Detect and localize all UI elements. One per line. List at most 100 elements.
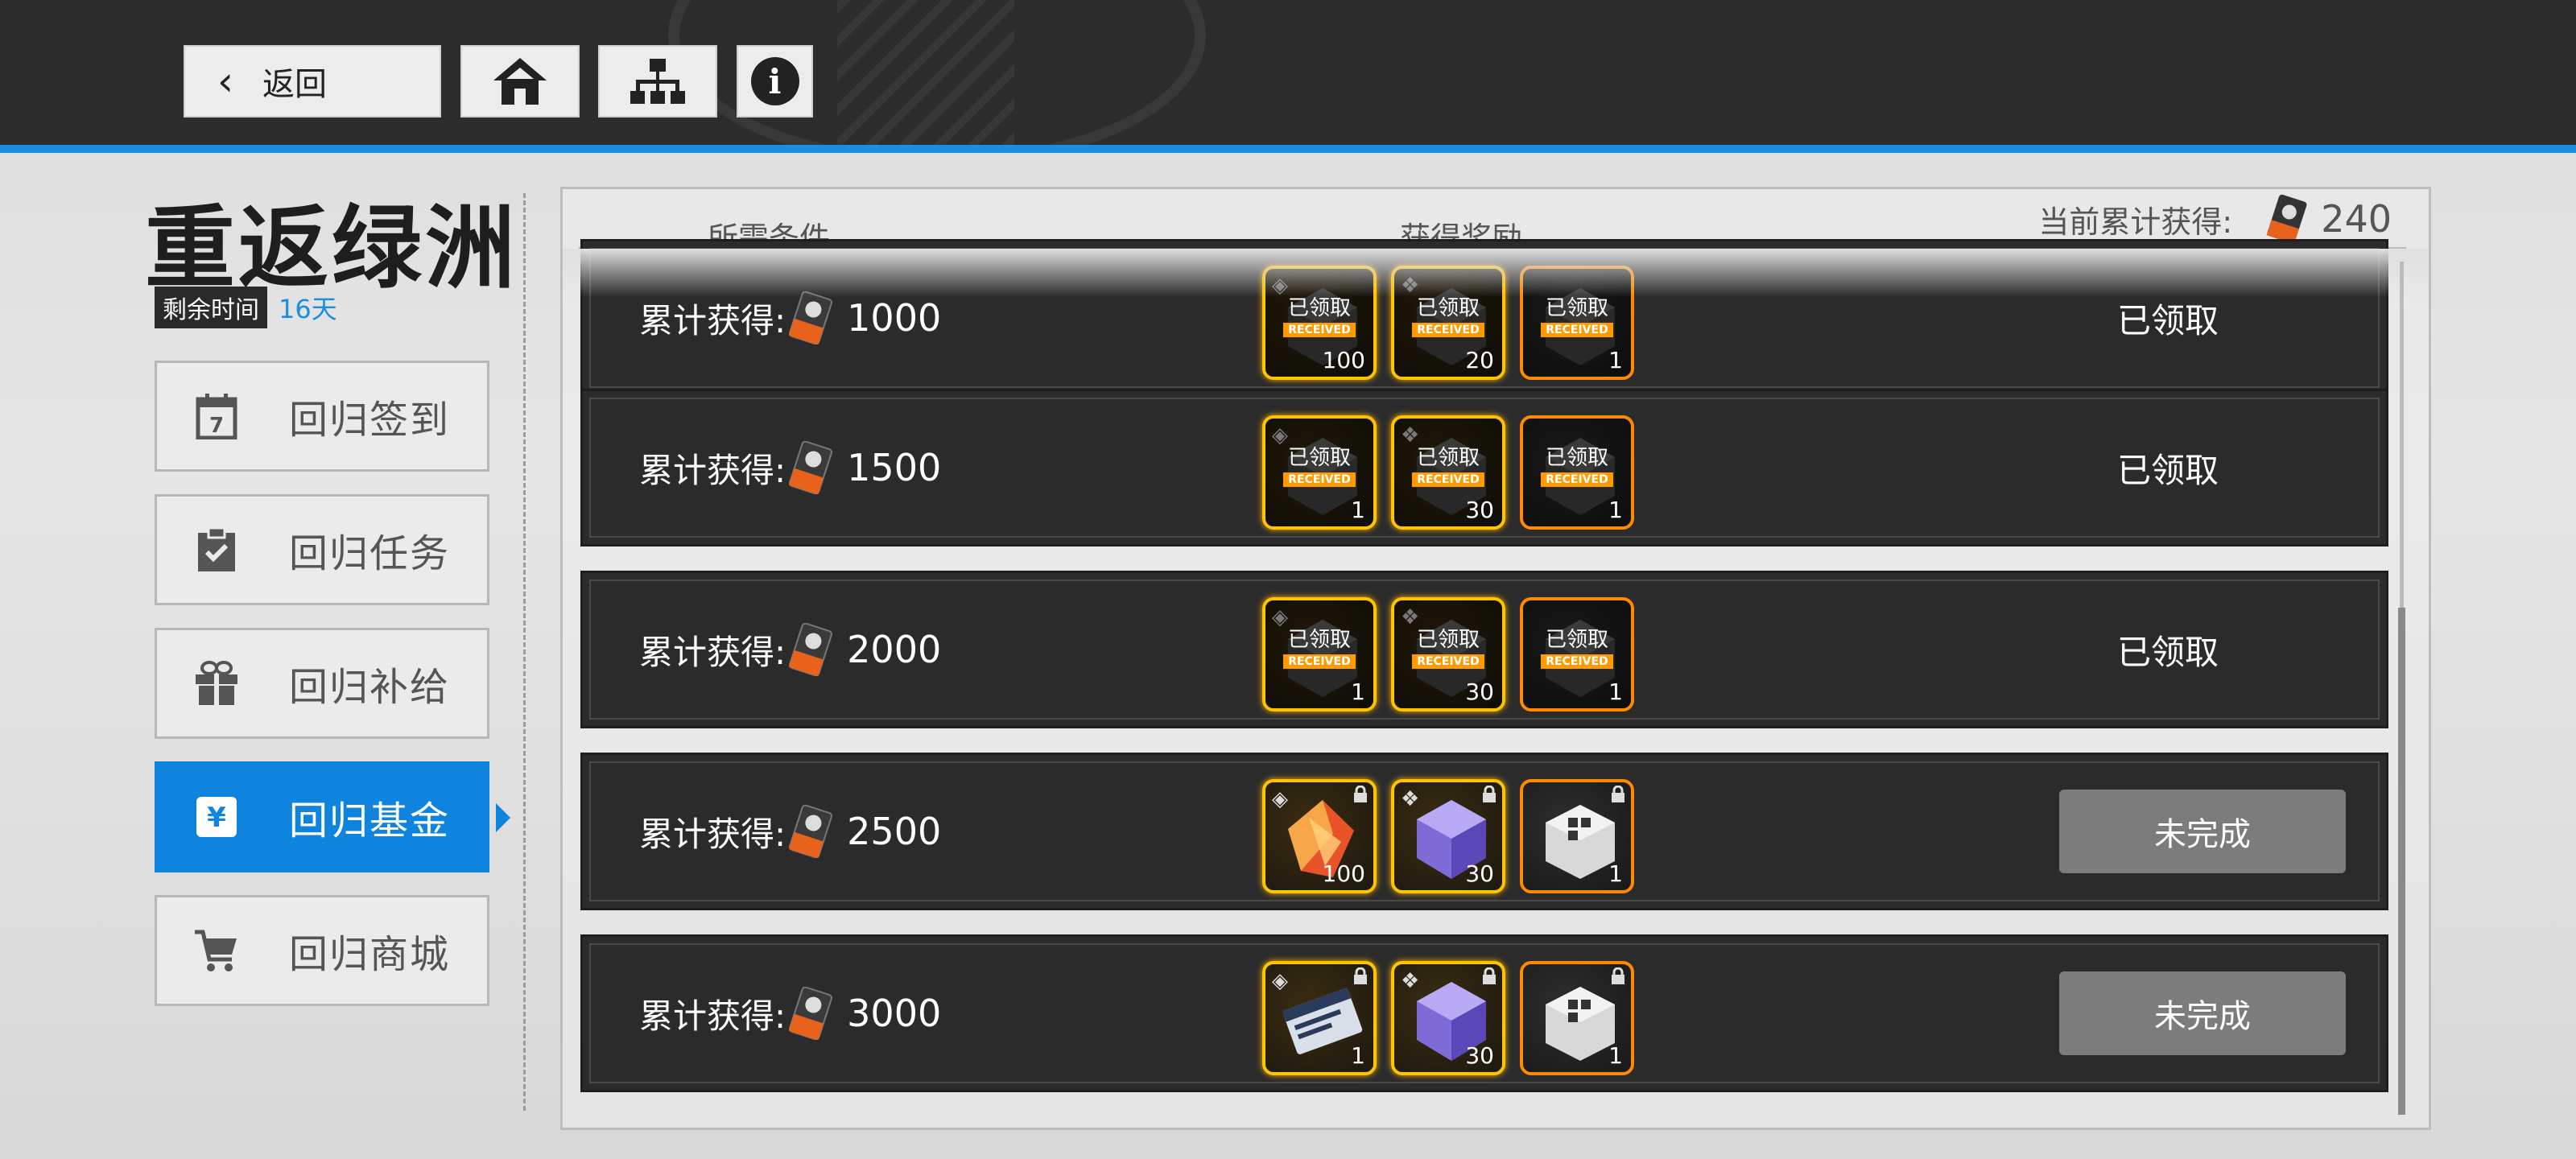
topbar-decoration-pattern bbox=[837, 0, 1014, 145]
condition-label: 累计获得: bbox=[639, 450, 786, 490]
reward-item[interactable]: ❖ 30 bbox=[1391, 961, 1505, 1075]
info-button[interactable]: i bbox=[737, 45, 813, 118]
yen-icon: ¥ bbox=[192, 793, 241, 841]
gift-icon bbox=[192, 659, 241, 707]
received-label-en: RECEIVED bbox=[1283, 323, 1356, 337]
reward-item[interactable]: ◈ 1 bbox=[1262, 961, 1377, 1075]
reward-item[interactable]: 1 bbox=[1520, 961, 1634, 1075]
condition-value: 1000 bbox=[847, 296, 942, 340]
reward-quantity: 1 bbox=[1351, 678, 1365, 705]
reward-item[interactable]: 已领取 RECEIVED 1 bbox=[1520, 597, 1634, 711]
incomplete-button[interactable]: 未完成 bbox=[2059, 971, 2346, 1055]
reward-quantity: 1 bbox=[1608, 678, 1623, 705]
lock-icon bbox=[1481, 785, 1497, 807]
received-label: 已领取 bbox=[1416, 446, 1480, 470]
reward-quantity: 100 bbox=[1322, 860, 1365, 887]
received-badge: 已领取 RECEIVED bbox=[1265, 623, 1373, 669]
reward-quantity: 30 bbox=[1465, 1042, 1494, 1069]
back-label: 返回 bbox=[262, 66, 327, 103]
fund-token-icon bbox=[786, 623, 836, 676]
fund-token-icon bbox=[786, 441, 836, 494]
condition-value: 3000 bbox=[847, 992, 942, 1035]
sidebar-item-label: 回归任务 bbox=[289, 531, 451, 576]
reward-quantity: 1 bbox=[1608, 497, 1623, 523]
reward-item[interactable]: 1 bbox=[1520, 779, 1634, 893]
reward-quantity: 1 bbox=[1608, 1042, 1623, 1069]
fund-token-icon bbox=[786, 291, 836, 344]
sidebar-item-label: 回归基金 bbox=[289, 798, 451, 843]
reward-quantity: 1 bbox=[1351, 497, 1365, 523]
reward-item[interactable]: ◈ 已领取 RECEIVED 1 bbox=[1262, 597, 1377, 711]
reward-row: 累计获得: 1500 ◈ 已领取 RECEIVED 1 ❖ 已领取 RECEIVED 30 已领取 R… bbox=[580, 389, 2388, 547]
condition-value: 2000 bbox=[847, 628, 942, 671]
sidebar-item-tasks[interactable]: 回归任务 bbox=[155, 494, 489, 605]
sidebar-item-supply[interactable]: 回归补给 bbox=[155, 628, 489, 739]
reward-item[interactable]: ❖ 已领取 RECEIVED 20 bbox=[1391, 266, 1505, 380]
received-badge: 已领取 RECEIVED bbox=[1523, 441, 1631, 487]
fund-token-icon bbox=[786, 987, 836, 1040]
sidebar-item-label: 回归补给 bbox=[289, 665, 451, 710]
reward-item[interactable]: ❖ 已领取 RECEIVED 30 bbox=[1391, 415, 1505, 530]
reward-quantity: 1 bbox=[1608, 347, 1623, 373]
divider bbox=[523, 193, 526, 1111]
reward-items: ◈ 已领取 RECEIVED 1 ❖ 已领取 RECEIVED 30 已领取 RECEIVED 1 bbox=[1262, 415, 1649, 530]
lock-icon bbox=[1481, 967, 1497, 989]
rarity-icon: ❖ bbox=[1401, 787, 1420, 811]
reward-quantity: 30 bbox=[1465, 678, 1494, 705]
scrollbar-thumb[interactable] bbox=[2398, 608, 2405, 1115]
received-label-en: RECEIVED bbox=[1412, 654, 1484, 669]
received-badge: 已领取 RECEIVED bbox=[1523, 623, 1631, 669]
condition-label: 累计获得: bbox=[639, 814, 786, 854]
top-bar: ‹ 返回 i bbox=[0, 0, 2576, 145]
home-button[interactable] bbox=[460, 45, 580, 118]
reward-item[interactable]: ◈ 100 bbox=[1262, 779, 1377, 893]
row-condition: 累计获得: 2500 bbox=[639, 755, 941, 908]
info-icon: i bbox=[750, 57, 799, 105]
sidebar-item-fund[interactable]: ¥ 回归基金 bbox=[155, 761, 489, 872]
current-total-label: 当前累计获得: bbox=[2038, 204, 2233, 240]
received-badge: 已领取 RECEIVED bbox=[1265, 291, 1373, 337]
reward-quantity: 30 bbox=[1465, 860, 1494, 887]
row-condition: 累计获得: 1500 bbox=[639, 391, 941, 544]
reward-item[interactable]: ◈ 已领取 RECEIVED 1 bbox=[1262, 415, 1377, 530]
reward-items: ◈ 100 ❖ 30 1 bbox=[1262, 779, 1649, 893]
chevron-left-icon: ‹ bbox=[217, 58, 233, 105]
current-total-value: 240 bbox=[2321, 197, 2392, 241]
rarity-icon: ◈ bbox=[1272, 787, 1288, 811]
received-badge: 已领取 RECEIVED bbox=[1394, 441, 1502, 487]
reward-item[interactable]: 已领取 RECEIVED 1 bbox=[1520, 266, 1634, 380]
sidebar-item-checkin[interactable]: 7 回归签到 bbox=[155, 361, 489, 472]
reward-item[interactable]: ❖ 30 bbox=[1391, 779, 1505, 893]
remaining-time-value: 16天 bbox=[279, 294, 337, 324]
reward-quantity: 20 bbox=[1465, 347, 1494, 373]
lock-icon bbox=[1352, 967, 1368, 989]
reward-quantity: 1 bbox=[1608, 860, 1623, 887]
incomplete-button[interactable]: 未完成 bbox=[2059, 790, 2346, 873]
sitemap-button[interactable] bbox=[598, 45, 717, 118]
received-label: 已领取 bbox=[1416, 628, 1480, 652]
claimed-status: 已领取 bbox=[2116, 632, 2219, 672]
back-button[interactable]: ‹ 返回 bbox=[184, 45, 441, 118]
ticket-card-icon bbox=[1277, 975, 1363, 1061]
reward-item[interactable]: ❖ 已领取 RECEIVED 30 bbox=[1391, 597, 1505, 711]
sidebar-item-shop[interactable]: 回归商城 bbox=[155, 895, 489, 1006]
received-label: 已领取 bbox=[1416, 296, 1480, 320]
reward-items: ◈ 已领取 RECEIVED 1 ❖ 已领取 RECEIVED 30 已领取 RECEIVED 1 bbox=[1262, 597, 1649, 711]
sidebar-item-label: 回归签到 bbox=[289, 398, 451, 443]
sidebar-item-label: 回归商城 bbox=[289, 932, 451, 977]
lock-icon bbox=[1352, 785, 1368, 807]
received-badge: 已领取 RECEIVED bbox=[1265, 441, 1373, 487]
received-label-en: RECEIVED bbox=[1412, 472, 1484, 487]
white-box-icon bbox=[1534, 975, 1620, 1061]
reward-item[interactable]: 已领取 RECEIVED 1 bbox=[1520, 415, 1634, 530]
received-label-en: RECEIVED bbox=[1541, 472, 1613, 487]
reward-row: 累计获得: 2000 ◈ 已领取 RECEIVED 1 ❖ 已领取 RECEIVED 30 已领取 R… bbox=[580, 571, 2388, 728]
received-label: 已领取 bbox=[1287, 296, 1351, 320]
claimed-status: 已领取 bbox=[2116, 300, 2219, 340]
condition-label: 累计获得: bbox=[639, 632, 786, 672]
reward-quantity: 30 bbox=[1465, 497, 1494, 523]
received-label: 已领取 bbox=[1545, 296, 1608, 320]
accent-strip bbox=[0, 145, 2576, 153]
reward-item[interactable]: ◈ 已领取 RECEIVED 100 bbox=[1262, 266, 1377, 380]
received-label-en: RECEIVED bbox=[1283, 472, 1356, 487]
